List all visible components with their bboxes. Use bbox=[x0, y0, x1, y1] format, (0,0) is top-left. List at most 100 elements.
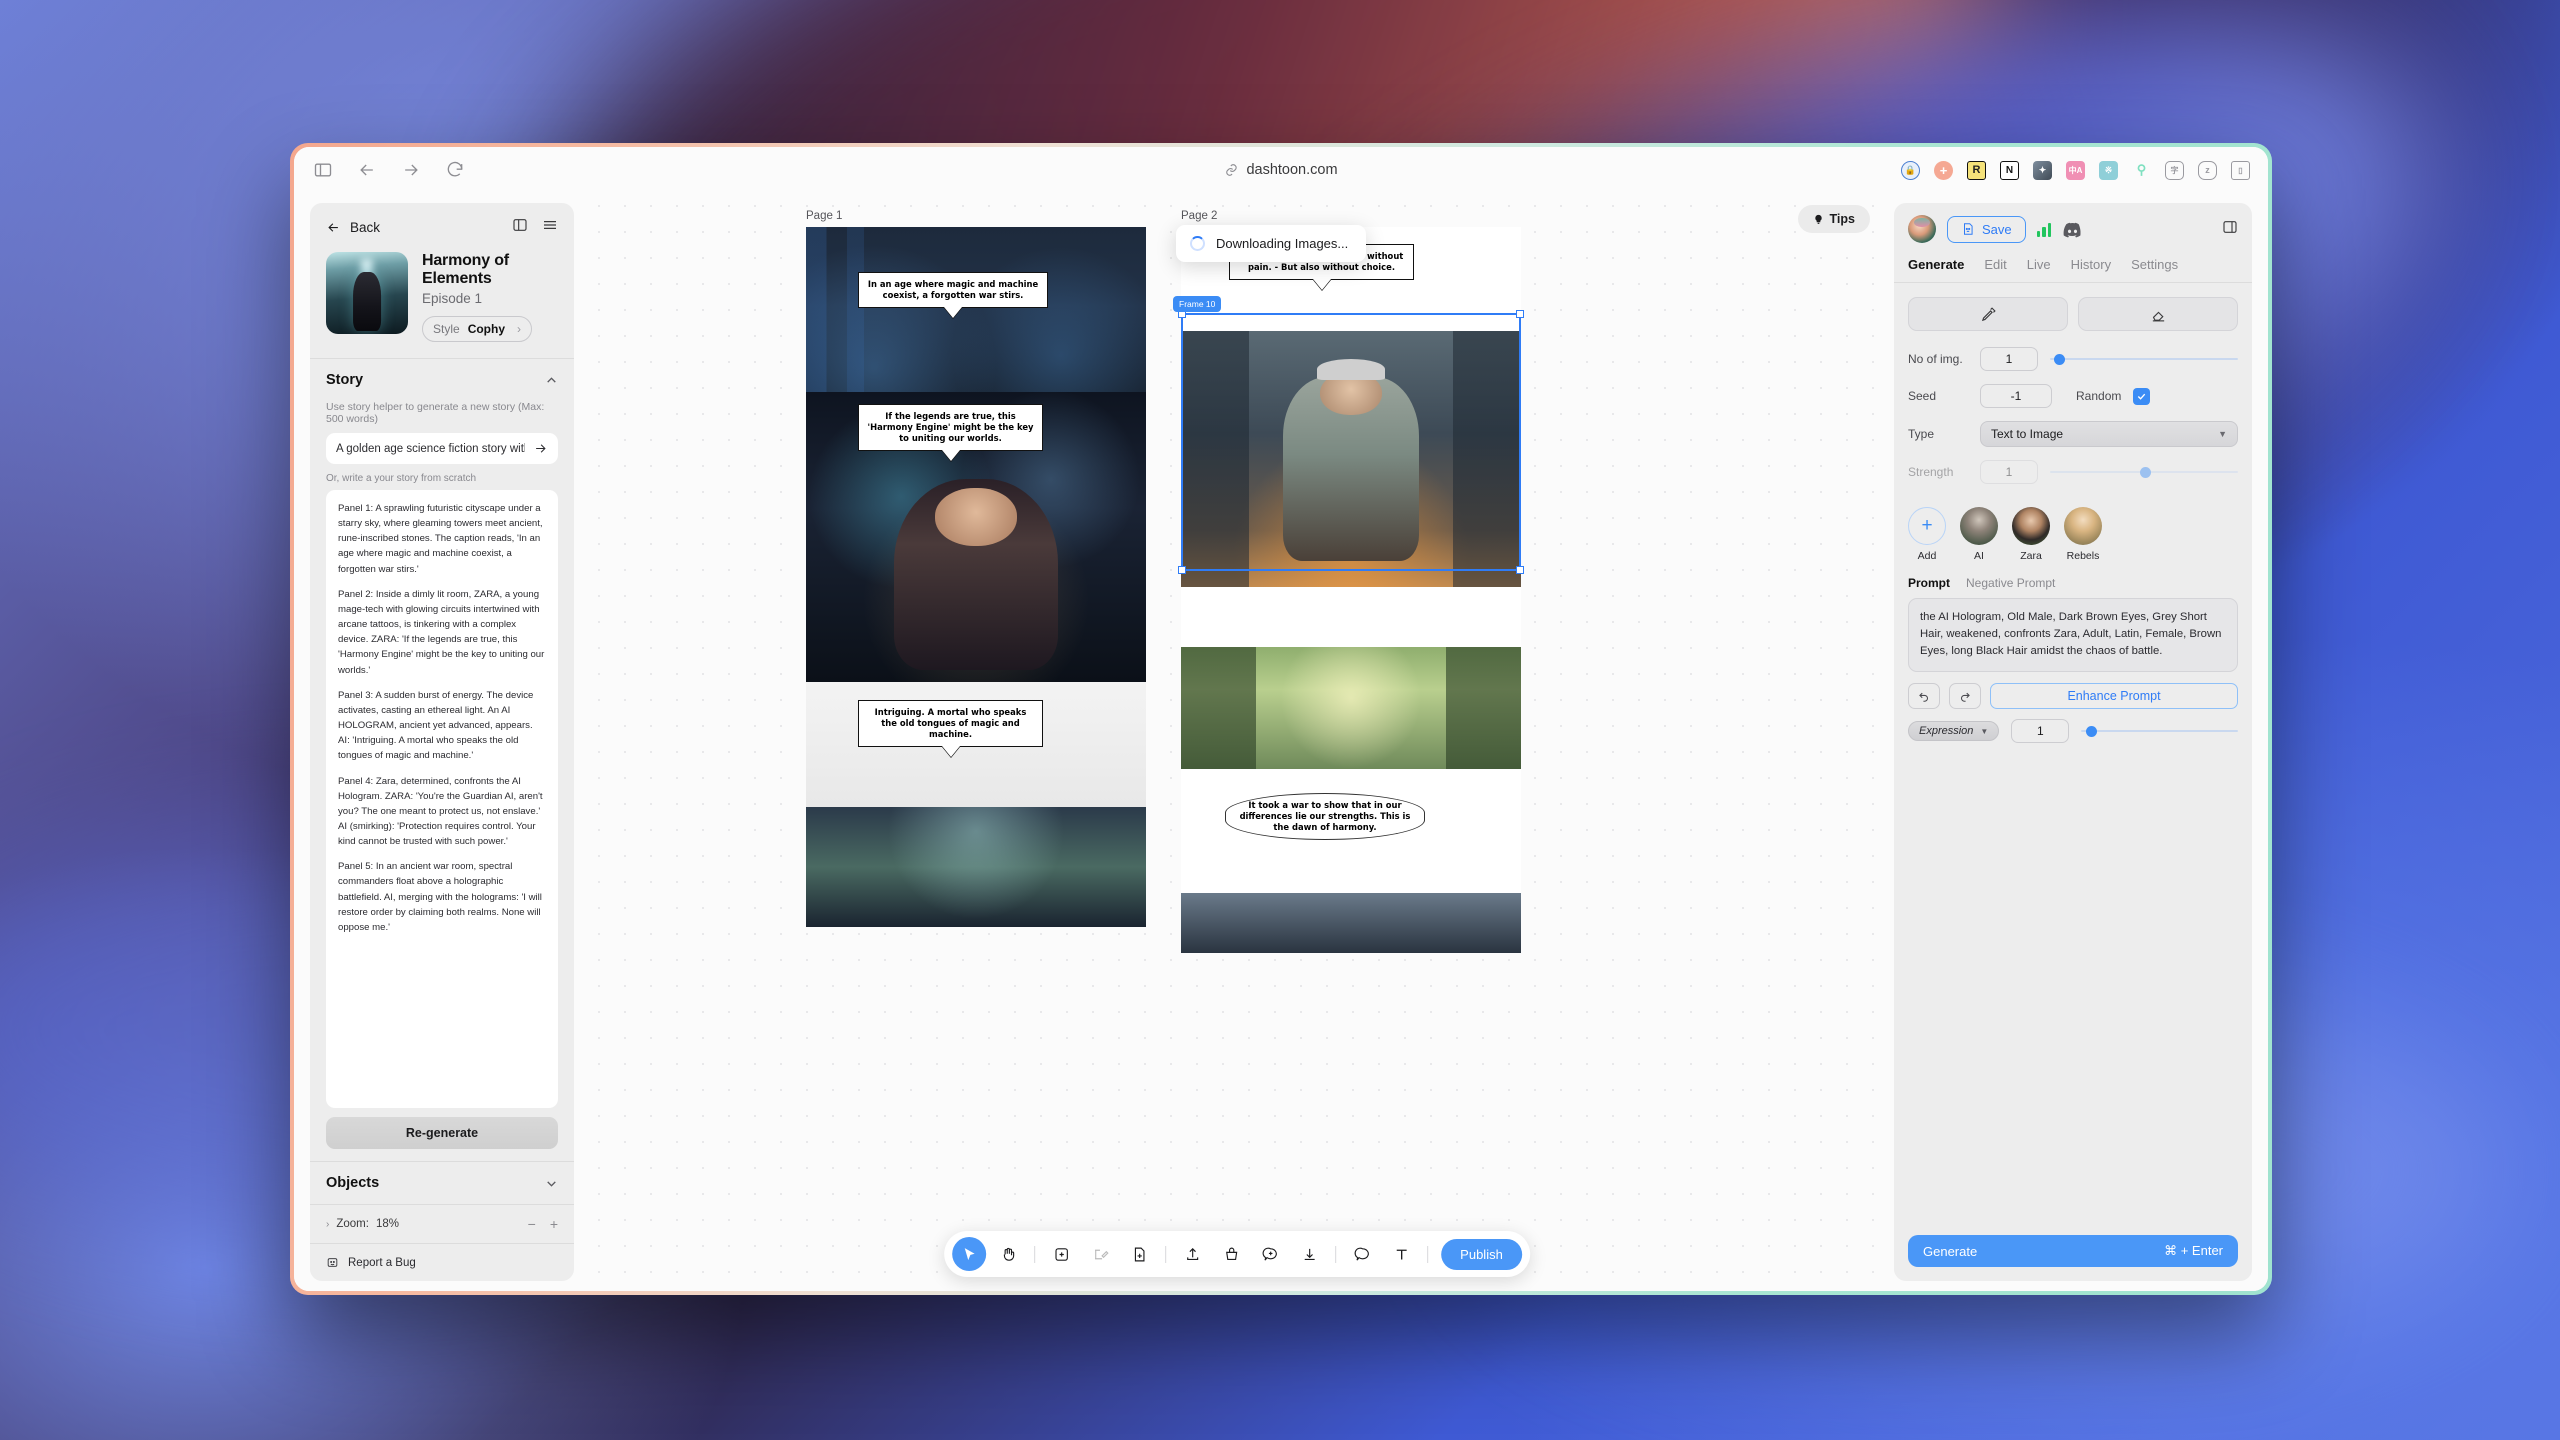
chevron-right-small-icon[interactable]: › bbox=[326, 1219, 329, 1230]
style-selector[interactable]: Style Cophy › bbox=[422, 316, 533, 342]
image-bucket-icon[interactable] bbox=[1214, 1237, 1248, 1271]
layout-toggle-icon[interactable] bbox=[512, 217, 528, 238]
expression-slider[interactable] bbox=[2081, 721, 2238, 741]
panel-toggle-icon[interactable] bbox=[2222, 219, 2238, 240]
character-avatar bbox=[2064, 507, 2102, 545]
add-frame-icon[interactable] bbox=[1044, 1237, 1078, 1271]
report-bug-button[interactable]: Report a Bug bbox=[310, 1243, 574, 1281]
page-2-panel-4[interactable] bbox=[1181, 647, 1521, 769]
prompt-textarea[interactable]: the AI Hologram, Old Male, Dark Brown Ey… bbox=[1908, 598, 2238, 672]
cursor-icon[interactable] bbox=[952, 1237, 987, 1271]
no-of-img-slider[interactable] bbox=[2050, 349, 2238, 369]
tab-generate[interactable]: Generate bbox=[1908, 257, 1964, 272]
z-icon[interactable]: z bbox=[2198, 160, 2217, 180]
page-1-panel-4[interactable] bbox=[806, 807, 1146, 927]
page-1-bubble-3[interactable]: Intriguing. A mortal who speaks the old … bbox=[858, 700, 1043, 748]
expression-value[interactable]: 1 bbox=[2011, 719, 2070, 743]
page-1[interactable]: Page 1 In an age where magic and machine… bbox=[806, 210, 1146, 927]
redo-icon[interactable] bbox=[1949, 683, 1981, 709]
page-2-panel-2[interactable] bbox=[1181, 331, 1521, 587]
reload-icon[interactable] bbox=[444, 159, 466, 181]
tab-history[interactable]: History bbox=[2071, 257, 2111, 272]
style-key: Style bbox=[433, 322, 460, 336]
download-icon[interactable] bbox=[1292, 1237, 1326, 1271]
enhance-prompt-button[interactable]: Enhance Prompt bbox=[1990, 683, 2238, 709]
page-1-bubble-2[interactable]: If the legends are true, this 'Harmony E… bbox=[858, 404, 1043, 452]
pattern-icon[interactable]: ※ bbox=[2099, 160, 2118, 180]
discord-icon[interactable] bbox=[2062, 221, 2083, 238]
sidebar-toggle-icon[interactable] bbox=[312, 159, 334, 181]
arrow-left-icon bbox=[328, 223, 338, 232]
tab-live[interactable]: Live bbox=[2027, 257, 2051, 272]
shield-lock-icon[interactable]: 🔒 bbox=[1901, 160, 1920, 180]
comment-icon[interactable] bbox=[1345, 1237, 1379, 1271]
chevron-down-icon[interactable] bbox=[545, 1177, 558, 1190]
page-1-panel-2[interactable]: If the legends are true, this 'Harmony E… bbox=[806, 392, 1146, 682]
random-checkbox[interactable] bbox=[2133, 387, 2151, 405]
reader-icon[interactable]: ▯ bbox=[2231, 160, 2250, 180]
tab-settings[interactable]: Settings bbox=[2131, 257, 2178, 272]
photo-tool-icon[interactable]: ✦ bbox=[2033, 160, 2052, 180]
story-title: Story bbox=[326, 372, 364, 388]
page-2-panel-6[interactable] bbox=[1181, 893, 1521, 953]
page-2-panel-5[interactable]: It took a war to show that in our differ… bbox=[1181, 769, 1521, 893]
save-button[interactable]: Save bbox=[1947, 215, 2026, 243]
brush-icon[interactable] bbox=[1908, 297, 2068, 331]
save-label: Save bbox=[1982, 221, 2012, 237]
tab-prompt[interactable]: Prompt bbox=[1908, 576, 1950, 590]
hand-icon[interactable] bbox=[991, 1237, 1025, 1271]
letter-r-icon[interactable]: R bbox=[1967, 160, 1986, 180]
story-helper-input[interactable]: A golden age science fiction story with … bbox=[326, 433, 558, 464]
plus-circle-icon[interactable]: + bbox=[1934, 160, 1953, 180]
canvas-area[interactable]: Tips Page 1 In an age where magic and ma… bbox=[586, 193, 1888, 1291]
add-bubble-icon[interactable] bbox=[1253, 1237, 1287, 1271]
tab-negative-prompt[interactable]: Negative Prompt bbox=[1966, 576, 2055, 590]
eraser-icon[interactable] bbox=[2078, 297, 2238, 331]
notion-icon[interactable]: N bbox=[2000, 160, 2019, 180]
page-1-panel-3[interactable]: Intriguing. A mortal who speaks the old … bbox=[806, 682, 1146, 807]
back-icon[interactable] bbox=[356, 159, 378, 181]
story-textarea[interactable]: Panel 1: A sprawling futuristic cityscap… bbox=[326, 490, 558, 1108]
forward-icon[interactable] bbox=[400, 159, 422, 181]
left-panel-header: Back bbox=[310, 203, 574, 244]
pin-icon[interactable]: ⚲ bbox=[2132, 161, 2151, 180]
zoom-in-button[interactable]: + bbox=[550, 1216, 558, 1232]
add-page-icon[interactable] bbox=[1122, 1237, 1156, 1271]
url-text: dashtoon.com bbox=[1246, 162, 1338, 178]
chevron-up-icon[interactable] bbox=[545, 374, 558, 387]
frame-tag[interactable]: Frame 10 bbox=[1173, 296, 1222, 312]
back-button[interactable]: Back bbox=[326, 220, 380, 235]
undo-icon[interactable] bbox=[1908, 683, 1940, 709]
page-2-panel-3[interactable] bbox=[1181, 587, 1521, 647]
speech-icon[interactable]: 字 bbox=[2165, 160, 2184, 180]
tab-edit[interactable]: Edit bbox=[1984, 257, 2006, 272]
page-1-bubble-1[interactable]: In an age where magic and machine coexis… bbox=[858, 272, 1048, 309]
character-zara[interactable]: Zara bbox=[2012, 507, 2050, 562]
page-2[interactable]: Page 2 It took a war to show that in our… bbox=[1173, 210, 1524, 953]
upload-icon[interactable] bbox=[1175, 1237, 1209, 1271]
expression-select[interactable]: Expression ▼ bbox=[1908, 721, 2000, 741]
character-rebels[interactable]: Rebels bbox=[2064, 507, 2102, 562]
address-bar[interactable]: dashtoon.com bbox=[1224, 162, 1338, 178]
user-avatar[interactable] bbox=[1908, 215, 1936, 243]
character-add[interactable]: + Add bbox=[1908, 507, 1946, 562]
type-select[interactable]: Text to Image ▼ bbox=[1980, 421, 2238, 447]
story-section-header[interactable]: Story bbox=[310, 359, 574, 401]
regenerate-button[interactable]: Re-generate bbox=[326, 1117, 558, 1149]
analytics-icon[interactable] bbox=[2036, 222, 2052, 237]
seed-value[interactable]: -1 bbox=[1980, 384, 2052, 408]
objects-section-header[interactable]: Objects bbox=[310, 1162, 574, 1204]
page-2-bubble-2[interactable]: It took a war to show that in our differ… bbox=[1225, 793, 1425, 841]
page-1-panel-1[interactable]: In an age where magic and machine coexis… bbox=[806, 227, 1146, 392]
generate-button[interactable]: Generate ⌘ + Enter bbox=[1908, 1235, 2238, 1267]
translate-icon[interactable]: 中A bbox=[2066, 160, 2085, 180]
tips-button[interactable]: Tips bbox=[1797, 205, 1870, 233]
text-icon[interactable] bbox=[1384, 1237, 1418, 1271]
zoom-out-button[interactable]: − bbox=[528, 1216, 536, 1232]
no-of-img-value[interactable]: 1 bbox=[1980, 347, 2038, 371]
character-ai[interactable]: AI bbox=[1960, 507, 1998, 562]
downloading-toast: Downloading Images... bbox=[1176, 225, 1367, 262]
publish-button[interactable]: Publish bbox=[1441, 1238, 1522, 1270]
menu-icon[interactable] bbox=[542, 217, 558, 238]
magic-select-icon[interactable] bbox=[1083, 1237, 1117, 1271]
